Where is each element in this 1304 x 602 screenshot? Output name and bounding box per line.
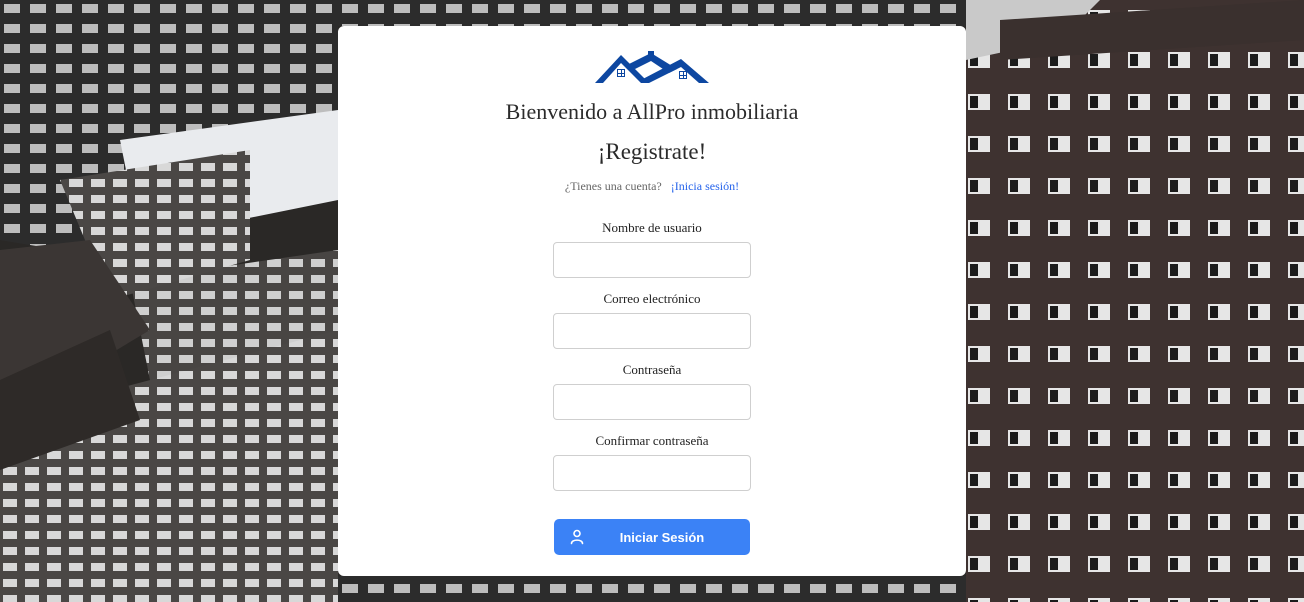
user-icon xyxy=(570,529,584,545)
page-title: ¡Registrate! xyxy=(597,139,707,164)
email-label: Correo electrónico xyxy=(603,291,701,306)
password-label: Contraseña xyxy=(622,362,682,377)
account-prompt: ¿Tienes una cuenta? ¡Inicia sesión! xyxy=(565,178,739,194)
submit-button[interactable]: Iniciar Sesión xyxy=(554,519,750,555)
email-field-group: Correo electrónico xyxy=(553,291,751,349)
confirm-password-field-group: Confirmar contraseña xyxy=(553,433,751,491)
username-label: Nombre de usuario xyxy=(602,220,702,235)
password-input[interactable] xyxy=(553,384,751,420)
register-card: Bienvenido a AllPro inmobiliaria ¡Regist… xyxy=(338,26,966,576)
confirm-password-label: Confirmar contraseña xyxy=(595,433,709,448)
welcome-heading: Bienvenido a AllPro inmobiliaria xyxy=(505,99,799,124)
account-prompt-text: ¿Tienes una cuenta? xyxy=(564,179,662,193)
username-field-group: Nombre de usuario xyxy=(553,220,751,278)
username-input[interactable] xyxy=(553,242,751,278)
house-roofs-logo-icon xyxy=(595,51,709,83)
login-link[interactable]: ¡Inicia sesión! xyxy=(671,179,739,193)
confirm-password-input[interactable] xyxy=(553,455,751,491)
email-input[interactable] xyxy=(553,313,751,349)
password-field-group: Contraseña xyxy=(553,362,751,420)
